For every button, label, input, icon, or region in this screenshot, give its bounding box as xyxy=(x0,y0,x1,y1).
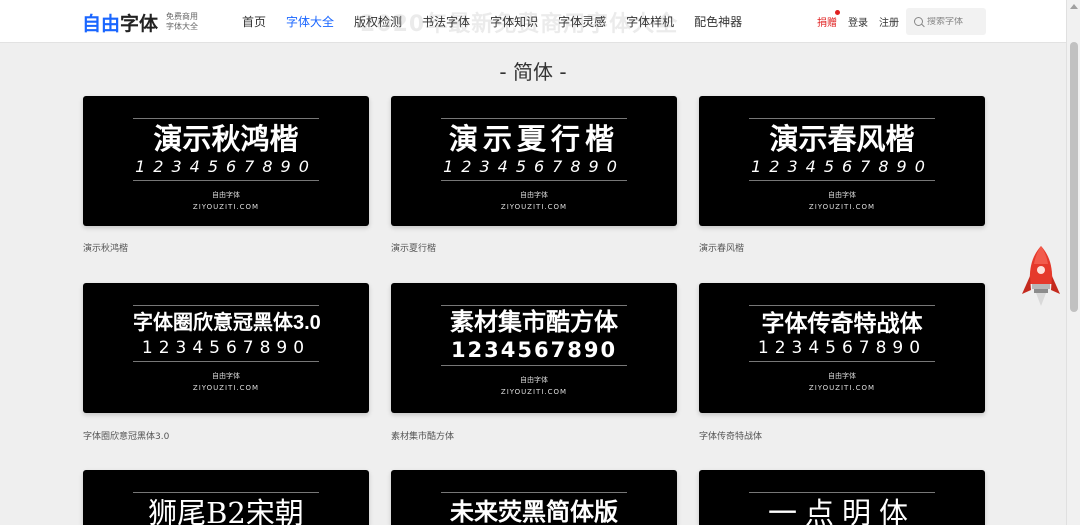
font-card[interactable]: 演示夏行楷 1234567890 自由字体 ZIYOUZITI.COM xyxy=(391,96,677,226)
donate-link[interactable]: 捐赠 xyxy=(817,10,840,29)
search-box[interactable] xyxy=(906,8,987,35)
font-card[interactable]: 一点明体 xyxy=(699,470,985,525)
font-preview-name: 字体传奇特战体 xyxy=(761,310,923,336)
login-link[interactable]: 登录 xyxy=(848,14,868,29)
font-card[interactable]: 字体圈欣意冠黑体3.0 1234567890 自由字体 ZIYOUZITI.CO… xyxy=(83,283,369,413)
account-links: 捐赠 登录 注册 xyxy=(817,0,910,43)
font-card-caption[interactable]: 素材集市酷方体 xyxy=(391,429,454,442)
rocket-icon[interactable] xyxy=(1020,244,1062,310)
font-card-caption[interactable]: 演示春风楷 xyxy=(699,241,744,254)
font-card[interactable]: 演示秋鸿楷 1234567890 自由字体 ZIYOUZITI.COM xyxy=(83,96,369,226)
font-preview-digits: 1234567890 xyxy=(450,338,618,362)
font-card[interactable]: 字体传奇特战体 1234567890 自由字体 ZIYOUZITI.COM xyxy=(699,283,985,413)
nav-item-calligraphy[interactable]: 书法字体 xyxy=(422,13,470,30)
logo-text-dark: 字体 xyxy=(120,12,159,35)
font-card-caption[interactable]: 字体传奇特战体 xyxy=(699,429,762,442)
logo-subtitle: 免费商用 字体大全 xyxy=(166,12,199,31)
brand-cn: 自由字体 xyxy=(828,372,856,380)
brand-en: ZIYOUZITI.COM xyxy=(808,384,876,392)
divider xyxy=(133,492,319,493)
nav-item-color-tool[interactable]: 配色神器 xyxy=(694,13,742,30)
font-preview-name: 素材集市酷方体 xyxy=(450,309,618,336)
notification-dot xyxy=(835,10,840,15)
font-preview-name: 演示夏行楷 xyxy=(448,122,619,156)
site-header: 自由字体 免费商用 字体大全 2020年最新免费商用字体大全 首页 字体大全 版权… xyxy=(0,0,1066,43)
search-input[interactable] xyxy=(927,16,987,27)
scroll-thumb[interactable] xyxy=(1070,42,1078,312)
divider xyxy=(749,305,935,306)
divider xyxy=(441,180,627,181)
site-logo[interactable]: 自由字体 免费商用 字体大全 xyxy=(82,9,206,35)
divider xyxy=(133,118,319,119)
brand-en: ZIYOUZITI.COM xyxy=(808,203,876,211)
font-card-caption[interactable]: 演示秋鸿楷 xyxy=(83,241,128,254)
font-card[interactable]: 未来荧黑简体版 xyxy=(391,470,677,525)
font-preview-digits: 1234567890 xyxy=(141,338,311,358)
logo-text-blue: 自由 xyxy=(82,12,121,35)
nav-item-copyright-check[interactable]: 版权检测 xyxy=(354,13,402,30)
brand-en: ZIYOUZITI.COM xyxy=(500,388,568,396)
scroll-up-arrow-icon[interactable] xyxy=(1070,4,1078,9)
font-card[interactable]: 狮尾B2宋朝 xyxy=(83,470,369,525)
divider xyxy=(749,118,935,119)
font-preview-digits: 1234567890 xyxy=(443,157,625,176)
font-card-caption[interactable]: 字体圈欣意冠黑体3.0 xyxy=(83,429,169,442)
font-preview-name: 狮尾B2宋朝 xyxy=(148,496,304,525)
divider xyxy=(441,305,627,306)
register-link[interactable]: 注册 xyxy=(879,14,899,29)
font-preview-name: 字体圈欣意冠黑体3.0 xyxy=(133,312,321,334)
page-scrollbar[interactable] xyxy=(1066,0,1080,525)
font-card[interactable]: 素材集市酷方体 1234567890 自由字体 ZIYOUZITI.COM xyxy=(391,283,677,413)
divider xyxy=(749,492,935,493)
section-title: - 简体 - xyxy=(499,60,567,84)
divider xyxy=(749,180,935,181)
main-nav: 首页 字体大全 版权检测 书法字体 字体知识 字体灵感 字体样机 配色神器 xyxy=(242,0,762,43)
divider xyxy=(441,118,627,119)
nav-item-fonts[interactable]: 字体大全 xyxy=(286,13,334,30)
font-preview-name: 一点明体 xyxy=(767,496,916,525)
brand-cn: 自由字体 xyxy=(212,191,240,199)
brand-en: ZIYOUZITI.COM xyxy=(192,384,260,392)
divider xyxy=(749,361,935,362)
brand-cn: 自由字体 xyxy=(828,191,856,199)
brand-en: ZIYOUZITI.COM xyxy=(192,203,260,211)
divider xyxy=(441,365,627,366)
nav-item-mockups[interactable]: 字体样机 xyxy=(626,13,674,30)
divider xyxy=(133,361,319,362)
nav-item-knowledge[interactable]: 字体知识 xyxy=(490,13,538,30)
font-preview-digits: 1234567890 xyxy=(135,157,317,176)
font-preview-name: 未来荧黑简体版 xyxy=(450,499,618,525)
brand-cn: 自由字体 xyxy=(520,376,548,384)
search-icon[interactable] xyxy=(914,17,923,26)
brand-cn: 自由字体 xyxy=(520,191,548,199)
font-preview-digits: 1234567890 xyxy=(751,157,933,176)
brand-cn: 自由字体 xyxy=(212,372,240,380)
font-card-caption[interactable]: 演示夏行楷 xyxy=(391,241,436,254)
divider xyxy=(441,492,627,493)
font-preview-digits: 1234567890 xyxy=(757,338,927,358)
divider xyxy=(133,305,319,306)
font-preview-name: 演示春风楷 xyxy=(769,122,915,156)
brand-en: ZIYOUZITI.COM xyxy=(500,203,568,211)
font-preview-name: 演示秋鸿楷 xyxy=(153,122,299,156)
divider xyxy=(133,180,319,181)
nav-item-home[interactable]: 首页 xyxy=(242,13,266,30)
font-card[interactable]: 演示春风楷 1234567890 自由字体 ZIYOUZITI.COM xyxy=(699,96,985,226)
nav-item-inspiration[interactable]: 字体灵感 xyxy=(558,13,606,30)
